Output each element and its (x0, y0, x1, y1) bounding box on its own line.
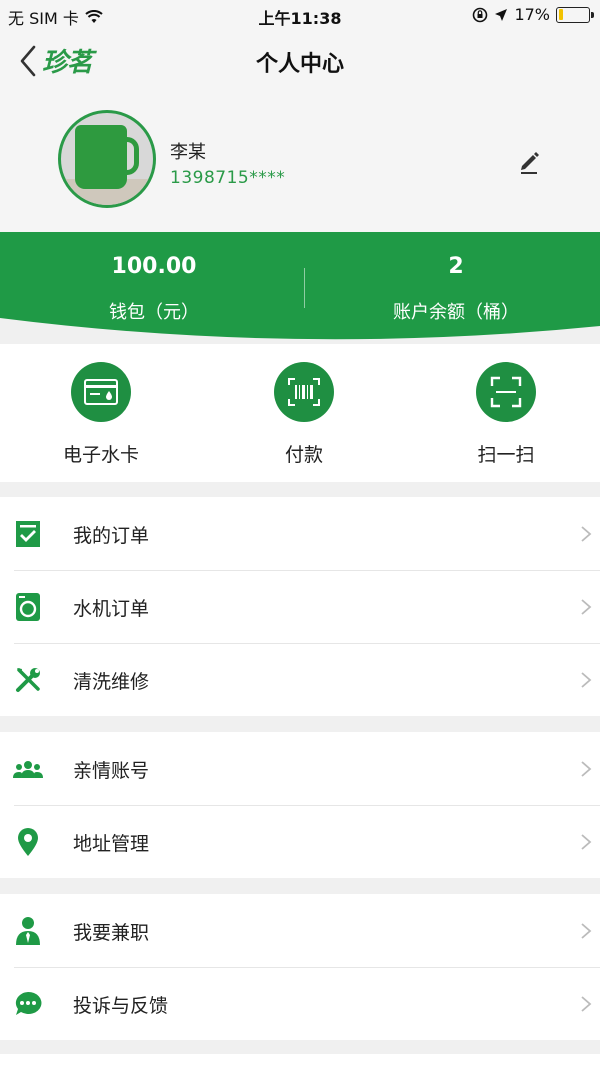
wallet-stat[interactable]: 100.00 钱包（元） (4, 232, 304, 344)
menu-item-machine-orders[interactable]: 水机订单 (0, 570, 600, 643)
pay-label: 付款 (284, 444, 323, 466)
page-title: 个人中心 (255, 52, 344, 77)
tools-icon (16, 668, 40, 692)
wallet-value: 100.00 (111, 254, 197, 279)
quick-actions: 电子水卡 付款 扫一扫 (0, 344, 600, 482)
stats-divider (304, 268, 305, 308)
chevron-right-icon (581, 996, 592, 1012)
family-icon (13, 761, 43, 778)
profile-name: 李某 (170, 142, 206, 163)
menu-label-family-account: 亲情账号 (73, 760, 150, 782)
menu-group-next (0, 1054, 600, 1070)
menu-label-address: 地址管理 (73, 833, 150, 855)
scan-icon (490, 376, 522, 408)
edit-pencil-icon[interactable] (514, 146, 544, 176)
battery-icon (556, 6, 594, 23)
menu-item-family-account[interactable]: 亲情账号 (0, 732, 600, 805)
menu-group-account: 亲情账号 地址管理 (0, 732, 600, 878)
scan-label: 扫一扫 (477, 444, 535, 466)
balance-label: 账户余额（桶） (393, 302, 519, 323)
battery-level (558, 9, 564, 20)
menu-item-my-orders[interactable]: 我的订单 (0, 497, 600, 570)
menu-group-other: 我要兼职 投诉与反馈 (0, 894, 600, 1040)
chat-bubble-icon (15, 991, 42, 1015)
menu-item-cleaning-repair[interactable]: 清洗维修 (0, 643, 600, 716)
chevron-right-icon (581, 761, 592, 777)
battery-percent: 17% (514, 5, 550, 24)
water-card-button[interactable]: 电子水卡 (1, 362, 201, 467)
nav-bar: 珍茗 个人中心 (0, 30, 600, 92)
avatar[interactable] (58, 110, 156, 208)
menu-label-cleaning-repair: 清洗维修 (73, 671, 150, 693)
menu-group-orders: 我的订单 水机订单 清洗维修 (0, 497, 600, 716)
menu-label-feedback: 投诉与反馈 (73, 995, 169, 1017)
chevron-right-icon (581, 599, 592, 615)
location-arrow-icon (495, 8, 508, 21)
orientation-lock-icon (473, 7, 488, 22)
menu-item-address[interactable]: 地址管理 (0, 805, 600, 878)
order-check-icon (16, 521, 40, 547)
status-bar: 无 SIM 卡 上午11:38 17% (0, 0, 600, 30)
profile-header: 李某 1398715**** (0, 92, 600, 232)
location-pin-icon (18, 828, 38, 856)
balance-value: 2 (448, 254, 464, 279)
person-tie-icon (16, 917, 40, 945)
menu-item-feedback[interactable]: 投诉与反馈 (0, 967, 600, 1040)
chevron-right-icon (581, 672, 592, 688)
menu-label-part-time: 我要兼职 (73, 922, 150, 944)
menu-label-machine-orders: 水机订单 (73, 598, 150, 620)
chevron-right-icon (581, 834, 592, 850)
scan-button[interactable]: 扫一扫 (406, 362, 600, 467)
water-card-label: 电子水卡 (62, 444, 139, 466)
pay-button[interactable]: 付款 (204, 362, 404, 467)
chevron-right-icon (581, 923, 592, 939)
wallet-label: 钱包（元） (109, 302, 199, 323)
chevron-right-icon (581, 526, 592, 542)
washer-icon (16, 593, 40, 621)
barcode-icon (288, 378, 320, 406)
account-stats: 100.00 钱包（元） 2 账户余额（桶） (0, 232, 600, 344)
water-card-icon (84, 379, 118, 405)
balance-stat[interactable]: 2 账户余额（桶） (306, 232, 600, 344)
menu-label-my-orders: 我的订单 (73, 525, 150, 547)
profile-phone: 1398715**** (170, 168, 286, 188)
menu-item-part-time[interactable]: 我要兼职 (0, 894, 600, 967)
